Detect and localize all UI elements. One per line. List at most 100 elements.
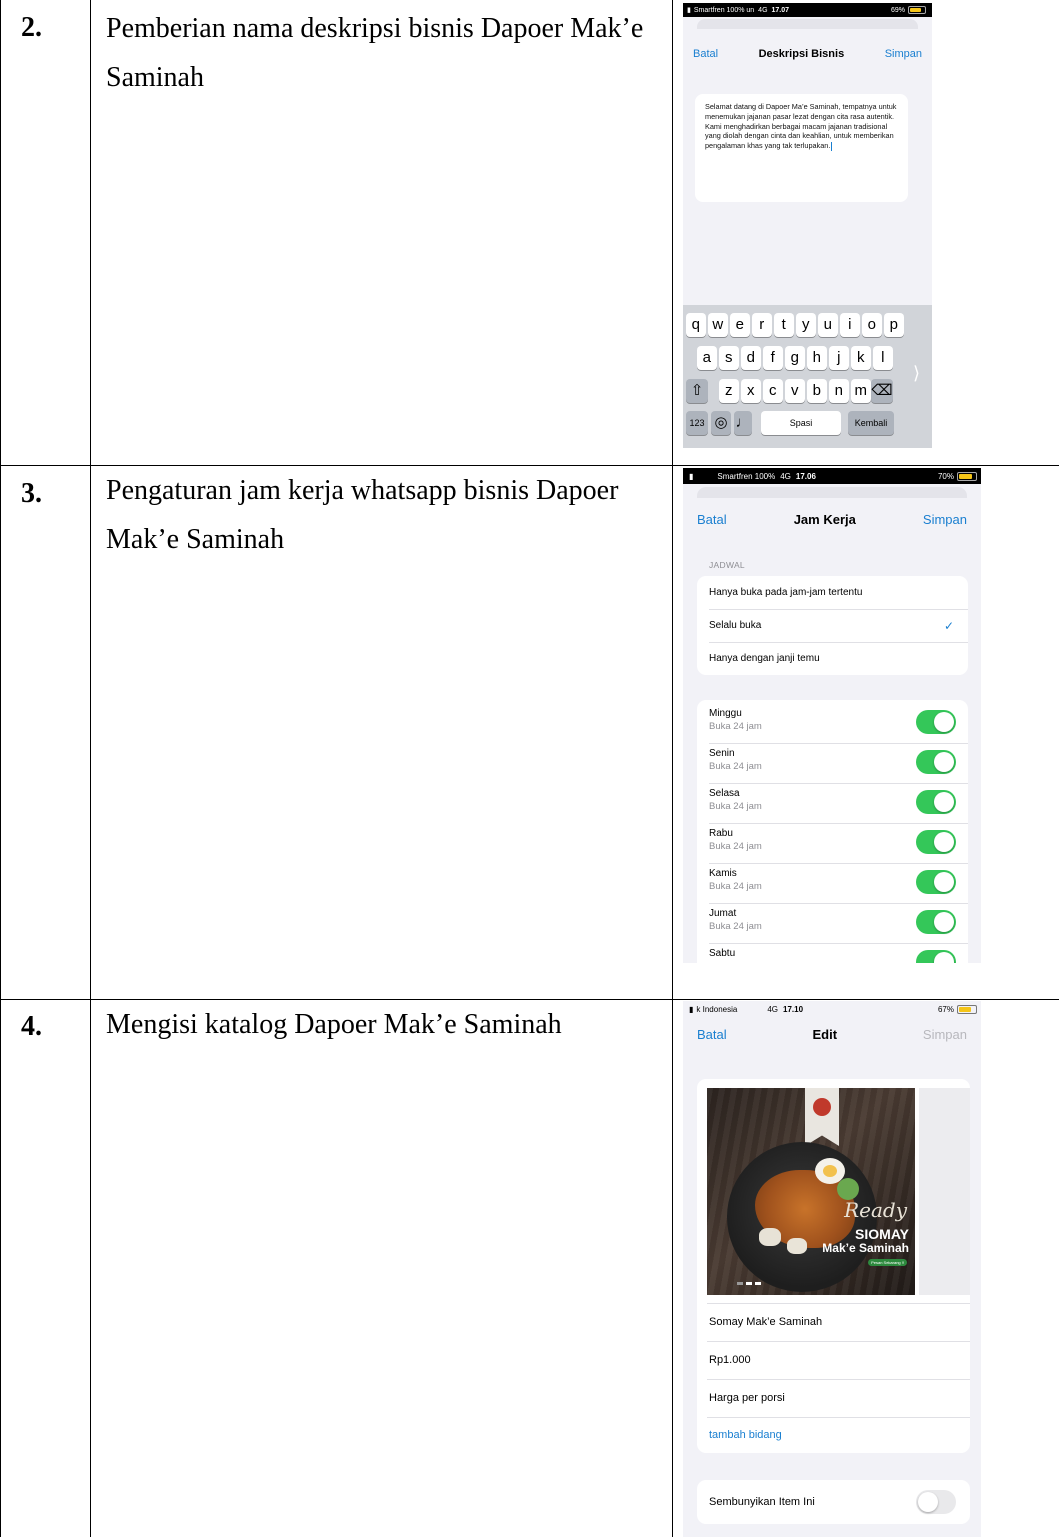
signal-icon: ▮	[687, 7, 691, 14]
save-button[interactable]: Simpan	[923, 512, 967, 527]
key-a[interactable]: a	[697, 346, 717, 370]
schedule-option-label: Hanya buka pada jam-jam tertentu	[709, 587, 863, 598]
day-row-jumat[interactable]: Jumat Buka 24 jam	[697, 904, 968, 944]
key-i[interactable]: i	[840, 313, 860, 337]
network-label: 4G	[758, 6, 768, 14]
day-hours: Buka 24 jam	[709, 921, 762, 932]
day-toggle[interactable]	[916, 830, 956, 854]
key-s[interactable]: s	[719, 346, 739, 370]
nav-title: Edit	[812, 1026, 838, 1042]
description-textarea[interactable]: Selamat datang di Dapoer Ma’e Saminah, t…	[695, 94, 908, 202]
key-o[interactable]: o	[862, 313, 882, 337]
key-r[interactable]: r	[752, 313, 772, 337]
key-x[interactable]: x	[741, 379, 761, 403]
days-list: Minggu Buka 24 jam Senin Buka 24 jam Selasa B…	[697, 700, 968, 963]
phone-screenshot-working-hours: ▮ Smartfren 100% 4G 17.06 70% Batal Jam …	[683, 468, 981, 963]
key-m[interactable]: m	[851, 379, 871, 403]
key-j[interactable]: j	[829, 346, 849, 370]
day-toggle[interactable]	[916, 910, 956, 934]
add-field-link[interactable]: tambah bidang	[697, 1417, 970, 1453]
microphone-icon[interactable]: ♩	[734, 411, 752, 435]
description-text: Selamat datang di Dapoer Ma’e Saminah, t…	[705, 102, 897, 151]
hide-item-toggle[interactable]	[916, 1490, 956, 1514]
cancel-button[interactable]: Batal	[693, 48, 718, 60]
globe-icon[interactable]: ◎	[711, 411, 731, 435]
nav-bar: Batal Jam Kerja Simpan	[683, 508, 981, 530]
product-form: Ready SIOMAY Mak’e Saminah Pesan Sekaran…	[697, 1079, 970, 1453]
schedule-option[interactable]: Hanya buka pada jam-jam tertentu	[697, 576, 968, 609]
day-toggle[interactable]	[916, 870, 956, 894]
product-photo[interactable]: Ready SIOMAY Mak’e Saminah Pesan Sekaran…	[707, 1088, 915, 1295]
row-number: 4.	[21, 1011, 42, 1042]
nav-title: Deskripsi Bisnis	[758, 48, 845, 60]
shift-icon[interactable]: ⇧	[686, 379, 708, 403]
phone-screenshot-catalog-edit: ▮ k Indonesia 4G 17.10 67% Batal Edit Si…	[683, 1001, 981, 1537]
day-row-selasa[interactable]: Selasa Buka 24 jam	[697, 784, 968, 824]
egg-yolk	[823, 1165, 837, 1177]
schedule-option[interactable]: Selalu buka ✓	[697, 609, 968, 642]
key-q[interactable]: q	[686, 313, 706, 337]
day-row-rabu[interactable]: Rabu Buka 24 jam	[697, 824, 968, 864]
clock: 17.07	[771, 6, 790, 14]
key-z[interactable]: z	[719, 379, 739, 403]
next-photo-slot[interactable]	[919, 1088, 970, 1295]
space-key[interactable]: Spasi	[761, 411, 841, 435]
price-field[interactable]: Rp1.000	[697, 1341, 970, 1379]
key-u[interactable]: u	[818, 313, 838, 337]
day-toggle[interactable]	[916, 710, 956, 734]
cancel-button[interactable]: Batal	[697, 512, 727, 527]
day-toggle[interactable]	[916, 950, 956, 963]
key-y[interactable]: y	[796, 313, 816, 337]
key-n[interactable]: n	[829, 379, 849, 403]
day-toggle[interactable]	[916, 750, 956, 774]
day-row-senin[interactable]: Senin Buka 24 jam	[697, 744, 968, 784]
battery-icon	[957, 1004, 977, 1014]
key-p[interactable]: p	[884, 313, 904, 337]
day-row-sabtu[interactable]: Sabtu	[697, 944, 968, 963]
return-key[interactable]: Kembali	[848, 411, 894, 435]
backspace-icon[interactable]: ⌫	[871, 379, 893, 403]
day-name: Jumat	[709, 908, 737, 919]
day-name: Minggu	[709, 708, 742, 719]
photo-headline: SIOMAY	[855, 1226, 909, 1242]
row-number: 2.	[21, 12, 42, 43]
nav-bar: Batal Deskripsi Bisnis Simpan	[683, 43, 932, 65]
day-hours: Buka 24 jam	[709, 801, 762, 812]
price-description-field[interactable]: Harga per porsi	[697, 1379, 970, 1417]
day-name: Senin	[709, 748, 735, 759]
battery-percent: 67%	[937, 1004, 954, 1014]
network-label: 4G	[780, 471, 791, 481]
day-name: Sabtu	[709, 948, 736, 959]
schedule-option[interactable]: Hanya dengan janji temu	[697, 642, 968, 675]
chevron-right-icon[interactable]: ⟩	[913, 363, 920, 384]
key-d[interactable]: d	[741, 346, 761, 370]
photo-badge: Pesan Sekarang !!	[868, 1259, 907, 1266]
key-b[interactable]: b	[807, 379, 827, 403]
save-button[interactable]: Simpan	[885, 48, 922, 60]
day-row-minggu[interactable]: Minggu Buka 24 jam	[697, 704, 968, 744]
garnish	[837, 1178, 859, 1200]
cancel-button[interactable]: Batal	[697, 1027, 727, 1042]
schedule-option-label: Selalu buka	[709, 620, 762, 631]
battery-percent: 70%	[937, 471, 954, 481]
day-row-kamis[interactable]: Kamis Buka 24 jam	[697, 864, 968, 904]
status-bar: ▮ Smartfren 100% 4G 17.06 70%	[683, 468, 981, 484]
key-e[interactable]: e	[730, 313, 750, 337]
key-w[interactable]: w	[708, 313, 728, 337]
key-c[interactable]: c	[763, 379, 783, 403]
save-button[interactable]: Simpan	[923, 1027, 967, 1042]
key-l[interactable]: l	[873, 346, 893, 370]
product-name-field[interactable]: Somay Mak’e Saminah	[697, 1303, 970, 1341]
key-g[interactable]: g	[785, 346, 805, 370]
table-divider-1	[90, 0, 91, 1537]
key-h[interactable]: h	[807, 346, 827, 370]
numbers-key[interactable]: 123	[686, 411, 708, 435]
day-toggle[interactable]	[916, 790, 956, 814]
key-v[interactable]: v	[785, 379, 805, 403]
signal-icon: ▮	[689, 1004, 694, 1014]
key-k[interactable]: k	[851, 346, 871, 370]
key-t[interactable]: t	[774, 313, 794, 337]
clock: 17.10	[783, 1004, 804, 1014]
key-f[interactable]: f	[763, 346, 783, 370]
day-hours: Buka 24 jam	[709, 761, 762, 772]
